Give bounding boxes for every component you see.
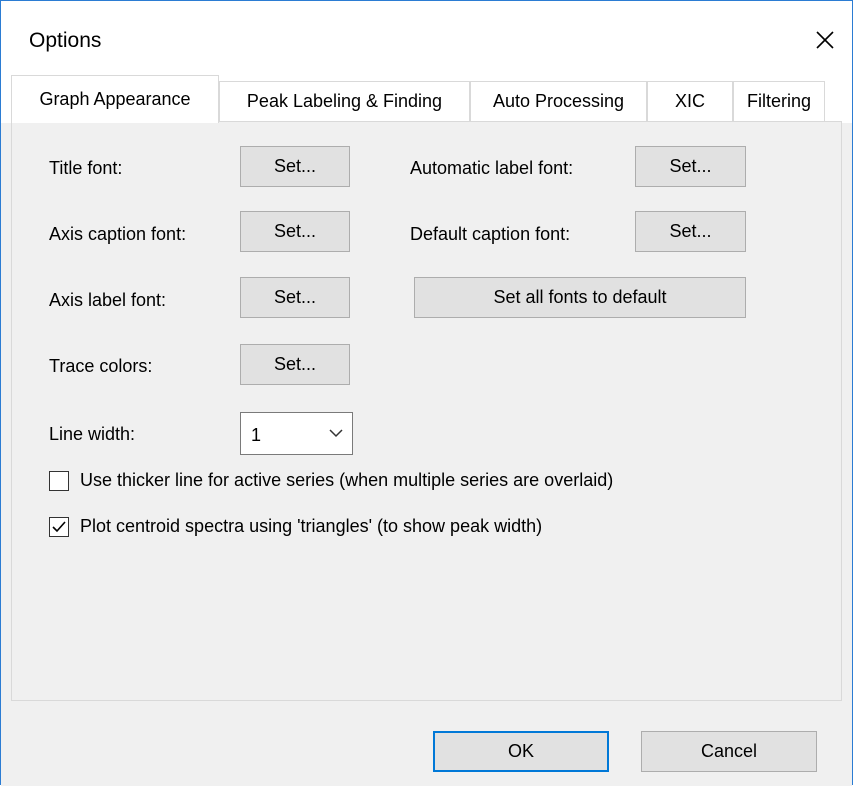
cancel-button[interactable]: Cancel [641, 731, 817, 772]
tab-xic[interactable]: XIC [647, 81, 733, 121]
line-width-value: 1 [251, 425, 262, 445]
title-font-label: Title font: [49, 158, 123, 178]
axis-caption-font-set-button[interactable]: Set... [240, 211, 350, 252]
tab-graph-appearance[interactable]: Graph Appearance [11, 75, 219, 123]
line-width-select[interactable]: 1 [240, 412, 353, 455]
checkmark-icon [52, 521, 66, 533]
tab-label: Auto Processing [492, 91, 625, 111]
axis-label-font-label: Axis label font: [49, 290, 167, 310]
title-font-set-button[interactable]: Set... [240, 146, 350, 187]
trace-colors-label: Trace colors: [49, 356, 153, 376]
tab-label: Filtering [746, 91, 812, 111]
default-caption-font-set-button[interactable]: Set... [635, 211, 746, 252]
thicker-line-label: Use thicker line for active series (when… [80, 470, 614, 490]
tab-label: Graph Appearance [39, 89, 191, 109]
centroid-triangles-checkbox[interactable] [49, 517, 69, 537]
line-width-label: Line width: [49, 424, 136, 444]
tab-peak-labeling-finding[interactable]: Peak Labeling & Finding [219, 81, 470, 121]
chevron-down-icon [329, 429, 343, 438]
title-bar: Options [1, 1, 852, 73]
automatic-label-font-set-button[interactable]: Set... [635, 146, 746, 187]
dialog-title: Options [29, 29, 102, 52]
close-button[interactable] [798, 15, 852, 65]
axis-label-font-set-button[interactable]: Set... [240, 277, 350, 318]
automatic-label-font-label: Automatic label font: [410, 158, 574, 178]
ok-button[interactable]: OK [433, 731, 609, 772]
graph-appearance-panel [11, 121, 842, 701]
axis-caption-font-label: Axis caption font: [49, 224, 187, 244]
thicker-line-checkbox[interactable] [49, 471, 69, 491]
set-all-fonts-default-button[interactable]: Set all fonts to default [414, 277, 746, 318]
tab-auto-processing[interactable]: Auto Processing [470, 81, 647, 121]
tab-label: XIC [674, 91, 705, 111]
close-icon [816, 31, 834, 49]
tab-filtering[interactable]: Filtering [733, 81, 825, 121]
tab-label: Peak Labeling & Finding [246, 91, 443, 111]
options-dialog: Options Graph Appearance Peak Labeling &… [0, 0, 853, 786]
trace-colors-set-button[interactable]: Set... [240, 344, 350, 385]
default-caption-font-label: Default caption font: [410, 224, 571, 244]
centroid-triangles-label: Plot centroid spectra using 'triangles' … [80, 516, 543, 536]
